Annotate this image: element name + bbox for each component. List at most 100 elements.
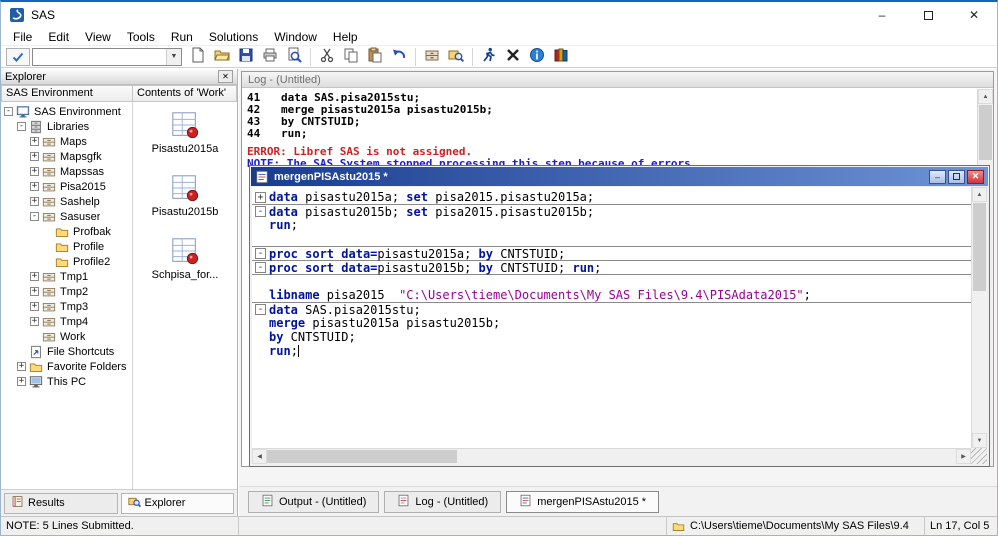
tab-explorer[interactable]: Explorer [121,493,235,514]
copy-button[interactable] [339,47,363,67]
tree-item-tmp1[interactable]: +Tmp1 [1,269,132,284]
tree-expander-icon[interactable]: - [17,122,26,131]
menu-bar: FileEditViewToolsRunSolutionsWindowHelp [1,28,997,46]
menu-file[interactable]: File [5,28,40,46]
tree-item-sasuser[interactable]: -Sasuser [1,209,132,224]
scroll-up-icon[interactable]: ▲ [972,187,987,202]
tree-column-header[interactable]: SAS Environment [1,85,133,102]
work-dataset-schpisa-for[interactable]: Schpisa_for... [137,236,233,281]
tree-item-tmp3[interactable]: +Tmp3 [1,299,132,314]
explorer-panel-close-button[interactable]: ✕ [218,70,233,83]
new-library-icon [424,47,440,66]
tree-expander-icon[interactable]: + [30,197,39,206]
editor-vertical-scrollbar[interactable]: ▲ ▼ [971,187,987,448]
tree-item-sashelp[interactable]: +Sashelp [1,194,132,209]
command-input[interactable] [33,51,166,63]
editor-hscroll-thumb[interactable] [267,450,457,463]
tree-item-favorite-folders[interactable]: +Favorite Folders [1,359,132,374]
tree-item-sas-environment[interactable]: -SAS Environment [1,104,132,119]
menu-run[interactable]: Run [163,28,201,46]
scroll-right-icon[interactable]: ▶ [956,449,971,464]
tree-item-this-pc[interactable]: +This PC [1,374,132,389]
cut-button[interactable] [315,47,339,67]
tree-item-profbak[interactable]: Profbak [1,224,132,239]
tree-expander-icon[interactable]: + [30,317,39,326]
tree-expander-icon[interactable]: - [30,212,39,221]
tree-expander-icon[interactable]: + [30,287,39,296]
maximize-button[interactable] [905,2,951,28]
tree-item-tmp4[interactable]: +Tmp4 [1,314,132,329]
window-button-log-untitled[interactable]: Log - (Untitled) [384,491,501,513]
tree-item-profile[interactable]: Profile [1,239,132,254]
collapse-section-icon[interactable]: - [255,206,266,217]
log-window-titlebar[interactable]: Log - (Untitled) [242,72,993,88]
log-scroll-thumb[interactable] [979,105,992,160]
tree-item-mapssas[interactable]: +Mapssas [1,164,132,179]
menu-tools[interactable]: Tools [119,28,163,46]
editor-titlebar[interactable]: mergenPISAstu2015 * – ✕ [251,167,988,186]
scroll-up-icon[interactable]: ▲ [978,89,993,104]
minimize-button[interactable]: – [859,2,905,28]
editor-hscroll-track[interactable] [457,449,956,464]
tree-expander-icon[interactable]: + [17,362,26,371]
submit-button[interactable] [477,47,501,67]
help-button[interactable] [525,47,549,67]
contents-column-header[interactable]: Contents of 'Work' [133,85,237,102]
tree-expander-icon[interactable]: + [30,302,39,311]
tree-item-pisa2015[interactable]: +Pisa2015 [1,179,132,194]
command-check-button[interactable] [6,48,30,66]
tree-item-file-shortcuts[interactable]: File Shortcuts [1,344,132,359]
print-button[interactable] [258,47,282,67]
expand-section-icon[interactable]: + [255,192,266,203]
menu-edit[interactable]: Edit [40,28,77,46]
work-dataset-pisastu2015b[interactable]: Pisastu2015b [137,173,233,218]
editor-scroll-thumb[interactable] [973,203,986,291]
menu-view[interactable]: View [77,28,119,46]
new-library-button[interactable] [420,47,444,67]
collapse-section-icon[interactable]: - [255,262,266,273]
editor-close-button[interactable]: ✕ [967,170,984,184]
scroll-left-icon[interactable]: ◀ [252,449,267,464]
close-button[interactable]: ✕ [951,2,997,28]
work-dataset-pisastu2015a[interactable]: Pisastu2015a [137,110,233,155]
tree-expander-icon[interactable]: + [30,152,39,161]
resize-grip[interactable] [971,448,987,464]
undo-button[interactable] [387,47,411,67]
editor-minimize-button[interactable]: – [929,170,946,184]
tree-expander-icon[interactable]: + [17,377,26,386]
new-document-button[interactable] [186,47,210,67]
code-editor-area[interactable]: +data pisastu2015a; set pisa2015.pisastu… [252,187,971,448]
tree-item-mapsgfk[interactable]: +Mapsgfk [1,149,132,164]
tree-expander-icon[interactable]: - [4,107,13,116]
tree-item-profile2[interactable]: Profile2 [1,254,132,269]
explorer-button[interactable] [444,47,468,67]
command-dropdown-icon[interactable]: ▼ [166,49,181,65]
tree-expander-icon[interactable]: + [30,272,39,281]
tree-item-work[interactable]: Work [1,329,132,344]
break-button[interactable] [501,47,525,67]
menu-help[interactable]: Help [325,28,366,46]
tree-expander-icon[interactable]: + [30,167,39,176]
tree-expander-icon[interactable]: + [30,137,39,146]
window-button-output-untitled[interactable]: Output - (Untitled) [248,491,379,513]
menu-window[interactable]: Window [266,28,325,46]
print-preview-button[interactable] [282,47,306,67]
save-button[interactable] [234,47,258,67]
collapse-section-icon[interactable]: - [255,304,266,315]
documentation-button[interactable] [549,47,573,67]
editor-maximize-button[interactable] [948,170,965,184]
open-button[interactable] [210,47,234,67]
tree-item-label: File Shortcuts [47,346,114,358]
tree-expander-icon[interactable]: + [30,182,39,191]
paste-button[interactable] [363,47,387,67]
collapse-section-icon[interactable]: - [255,248,266,259]
status-working-directory[interactable]: C:\Users\tieme\Documents\My SAS Files\9.… [667,517,925,535]
tab-results[interactable]: Results [4,493,118,514]
tree-item-tmp2[interactable]: +Tmp2 [1,284,132,299]
menu-solutions[interactable]: Solutions [201,28,266,46]
window-button-mergenpisastu2015[interactable]: mergenPISAstu2015 * [506,491,659,513]
tree-item-maps[interactable]: +Maps [1,134,132,149]
scroll-down-icon[interactable]: ▼ [972,433,987,448]
editor-horizontal-scrollbar[interactable]: ◀ ▶ [252,448,971,464]
tree-item-libraries[interactable]: -Libraries [1,119,132,134]
